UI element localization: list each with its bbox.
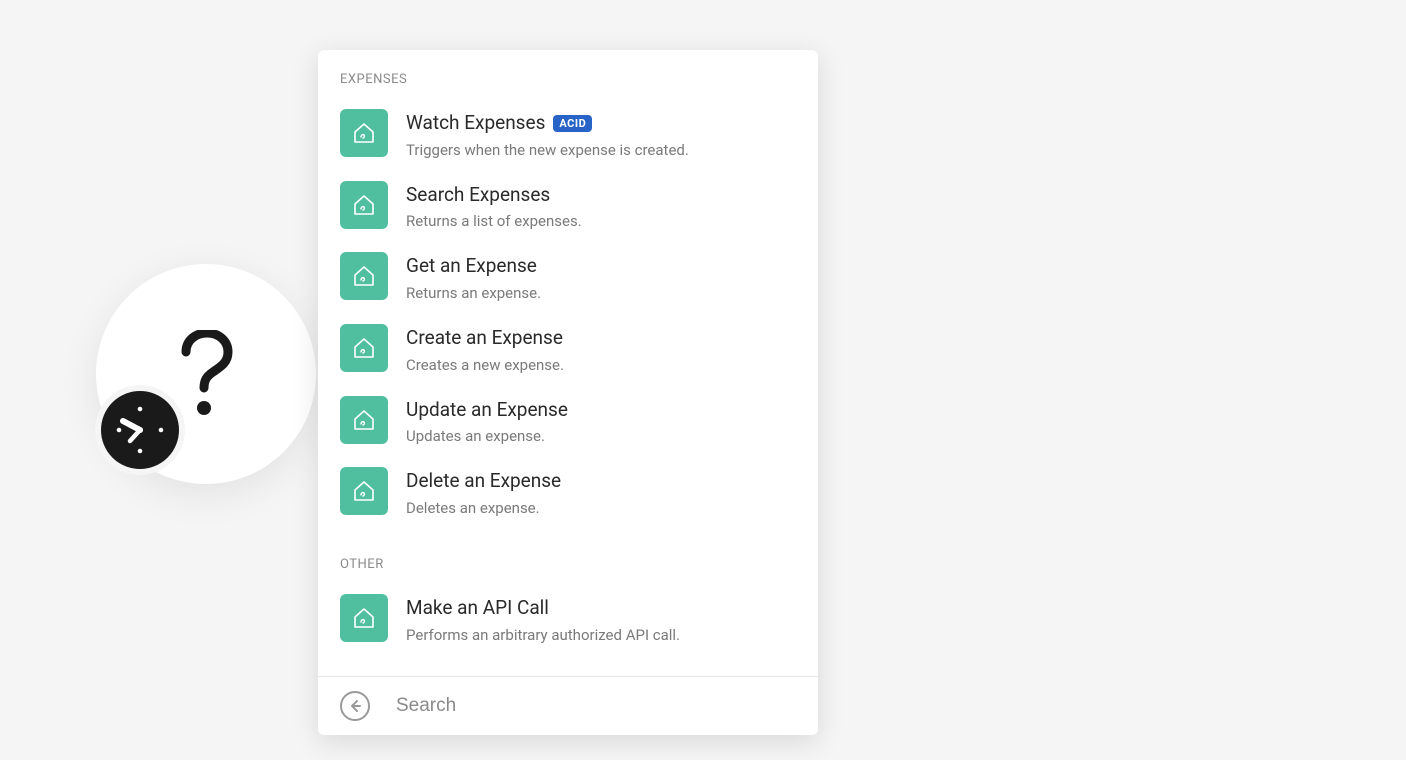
- house-icon: [350, 477, 378, 505]
- item-title: Search Expenses: [406, 183, 796, 208]
- search-input[interactable]: [396, 695, 796, 717]
- item-desc: Performs an arbitrary authorized API cal…: [406, 625, 796, 646]
- item-text: Update an Expense Updates an expense.: [406, 396, 796, 448]
- module-item-api-call[interactable]: Make an API Call Performs an arbitrary a…: [340, 586, 796, 658]
- app-icon: [340, 594, 388, 642]
- house-icon: [350, 334, 378, 362]
- item-text: Watch Expenses ACID Triggers when the ne…: [406, 109, 796, 161]
- app-icon: [340, 252, 388, 300]
- module-item-create-expense[interactable]: Create an Expense Creates a new expense.: [340, 316, 796, 388]
- module-item-get-expense[interactable]: Get an Expense Returns an expense.: [340, 244, 796, 316]
- item-title: Watch Expenses: [406, 111, 545, 136]
- arrow-left-icon: [347, 698, 363, 714]
- section-header-other: OTHER: [340, 557, 796, 572]
- house-icon: [350, 262, 378, 290]
- back-button[interactable]: [340, 691, 370, 721]
- item-text: Make an API Call Performs an arbitrary a…: [406, 594, 796, 646]
- acid-badge: ACID: [553, 115, 592, 132]
- item-text: Search Expenses Returns a list of expens…: [406, 181, 796, 233]
- module-picker-panel: EXPENSES Watch Expenses ACID Triggers wh…: [318, 50, 818, 735]
- item-title: Get an Expense: [406, 254, 796, 279]
- item-title: Make an API Call: [406, 596, 796, 621]
- item-title: Delete an Expense: [406, 469, 796, 494]
- item-text: Delete an Expense Deletes an expense.: [406, 467, 796, 519]
- item-desc: Returns a list of expenses.: [406, 211, 796, 232]
- house-icon: [350, 604, 378, 632]
- item-desc: Returns an expense.: [406, 283, 796, 304]
- item-desc: Updates an expense.: [406, 426, 796, 447]
- house-icon: [350, 191, 378, 219]
- item-desc: Creates a new expense.: [406, 355, 796, 376]
- section-header-expenses: EXPENSES: [340, 72, 796, 87]
- module-item-update-expense[interactable]: Update an Expense Updates an expense.: [340, 388, 796, 460]
- app-icon: [340, 396, 388, 444]
- module-item-search-expenses[interactable]: Search Expenses Returns a list of expens…: [340, 173, 796, 245]
- item-title: Update an Expense: [406, 398, 796, 423]
- module-item-watch-expenses[interactable]: Watch Expenses ACID Triggers when the ne…: [340, 101, 796, 173]
- question-mark-icon: [174, 330, 238, 418]
- item-desc: Triggers when the new expense is created…: [406, 140, 796, 161]
- search-bar: [318, 676, 818, 735]
- panel-content: EXPENSES Watch Expenses ACID Triggers wh…: [318, 50, 818, 676]
- app-icon: [340, 324, 388, 372]
- house-icon: [350, 406, 378, 434]
- item-text: Create an Expense Creates a new expense.: [406, 324, 796, 376]
- app-icon: [340, 467, 388, 515]
- app-icon: [340, 109, 388, 157]
- module-item-delete-expense[interactable]: Delete an Expense Deletes an expense.: [340, 459, 796, 531]
- clock-icon: [101, 391, 179, 469]
- app-icon: [340, 181, 388, 229]
- house-icon: [350, 119, 378, 147]
- clock-badge: [95, 385, 185, 475]
- item-text: Get an Expense Returns an expense.: [406, 252, 796, 304]
- item-desc: Deletes an expense.: [406, 498, 796, 519]
- item-title: Create an Expense: [406, 326, 796, 351]
